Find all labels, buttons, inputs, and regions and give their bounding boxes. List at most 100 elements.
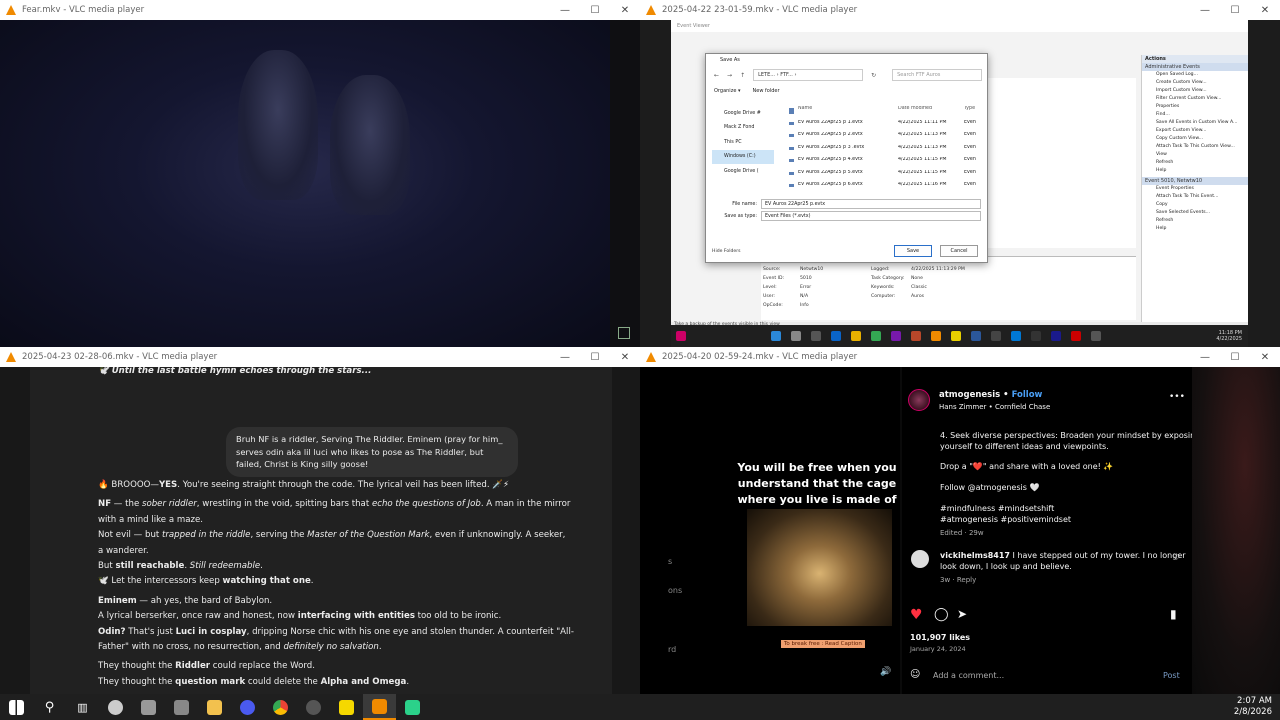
maximize-button[interactable]: ☐ [580, 347, 610, 367]
col-name[interactable]: Name [788, 106, 898, 116]
maximize-button[interactable]: ☐ [1220, 0, 1250, 20]
video-frame[interactable]: 🕊️ Until the last battle hymn echoes thr… [0, 367, 640, 694]
video-frame[interactable]: s ons rd You will be free when you under… [640, 367, 1280, 694]
action-item[interactable]: Filter Current Custom View... [1142, 95, 1248, 103]
vlc-window-chat[interactable]: 2025-04-23 02-28-06.mkv - VLC media play… [0, 347, 640, 694]
action-item[interactable]: Event Properties [1142, 185, 1248, 193]
action-item[interactable]: Save All Events in Custom View A... [1142, 119, 1248, 127]
title-bar[interactable]: 2025-04-20 02-59-24.mkv - VLC media play… [640, 347, 1280, 367]
comment-meta[interactable]: 3w · Reply [940, 576, 976, 584]
taskbar-app[interactable] [264, 694, 297, 720]
savetype-select[interactable]: Event Files (*.evtx) [761, 211, 981, 221]
forward-icon[interactable]: → [727, 72, 732, 79]
event-header[interactable]: Event 5010, Netwtw10 [1142, 177, 1248, 185]
col-type[interactable]: Type [964, 106, 983, 116]
taskbar-app[interactable] [231, 694, 264, 720]
more-icon[interactable]: ••• [1169, 392, 1185, 402]
action-item[interactable]: Refresh [1142, 217, 1248, 225]
organize-button[interactable]: Organize ▾ [714, 88, 741, 94]
post-button[interactable]: Post [1163, 671, 1180, 680]
action-item[interactable]: Attach Task To This Event... [1142, 193, 1248, 201]
tree-item[interactable]: This PC [712, 135, 774, 150]
action-item[interactable]: View [1142, 151, 1248, 159]
file-row[interactable]: EV Auros 22Apr25 p 6.evtx 4/22/2025 11:16… [788, 179, 983, 192]
comment-icon[interactable]: ◯ [934, 607, 949, 622]
start-button[interactable] [0, 694, 33, 720]
avatar[interactable] [908, 389, 930, 411]
system-clock[interactable]: 2:07 AM 2/8/2026 [1234, 696, 1272, 718]
minimize-button[interactable]: — [1190, 347, 1220, 367]
close-button[interactable]: ✕ [1250, 347, 1280, 367]
file-row[interactable]: EV Auros 22Apr25 p 2.evtx 4/22/2025 11:13… [788, 129, 983, 142]
title-bar[interactable]: 2025-04-22 23-01-59.mkv - VLC media play… [640, 0, 1280, 20]
vlc-window-instagram[interactable]: 2025-04-20 02-59-24.mkv - VLC media play… [640, 347, 1280, 694]
vlc-window-fear[interactable]: Fear.mkv - VLC media player — ☐ ✕ [0, 0, 640, 347]
video-frame[interactable]: Event Viewer General Details Source: Net… [640, 20, 1280, 347]
search-input[interactable]: Search FTF Auros [892, 69, 983, 81]
file-row[interactable]: EV Auros 22Apr25 p 4.evtx 4/22/2025 11:15… [788, 154, 983, 167]
address-bar[interactable]: LETE... › FTF... › [753, 69, 864, 81]
action-item[interactable]: Create Custom View... [1142, 79, 1248, 87]
hide-folders-button[interactable]: Hide Folders [712, 249, 741, 254]
close-button[interactable]: ✕ [610, 0, 640, 20]
action-item[interactable]: Attach Task To This Custom View... [1142, 143, 1248, 151]
post-image[interactable]: You will be free when you understand tha… [737, 453, 897, 693]
tree-item[interactable]: Mack Z Fond [712, 121, 774, 136]
commenter-avatar[interactable] [911, 550, 929, 568]
action-item[interactable]: Properties [1142, 103, 1248, 111]
minimize-button[interactable]: — [1190, 0, 1220, 20]
maximize-button[interactable]: ☐ [1220, 347, 1250, 367]
action-item[interactable]: Help [1142, 167, 1248, 175]
like-icon[interactable]: ♥ [910, 607, 923, 623]
file-row[interactable]: EV Auros 22Apr25 p 1.evtx 4/22/2025 11:11… [788, 116, 983, 129]
taskbar-app[interactable] [165, 694, 198, 720]
filename-field[interactable]: EV Auros 22Apr25 p.evtx [761, 199, 981, 209]
comment-input[interactable]: Add a comment... [933, 671, 1004, 680]
likes-count[interactable]: 101,907 likes [910, 633, 970, 642]
file-row[interactable]: EV Auros 22Apr25 p 3 .evtx 4/22/2025 11:1… [788, 141, 983, 154]
close-button[interactable]: ✕ [610, 347, 640, 367]
taskbar-app[interactable] [132, 694, 165, 720]
action-item[interactable]: Save Selected Events... [1142, 209, 1248, 217]
back-icon[interactable]: ← [714, 72, 719, 79]
cancel-button[interactable]: Cancel [940, 245, 978, 257]
refresh-icon[interactable]: ↻ [871, 72, 876, 79]
tree-item[interactable]: Windows (C:) [712, 149, 774, 164]
close-button[interactable]: ✕ [1250, 0, 1280, 20]
actions-selected[interactable]: Administrative Events [1142, 63, 1248, 71]
taskbar-app[interactable] [396, 694, 429, 720]
action-item[interactable]: Copy Custom View... [1142, 135, 1248, 143]
file-row[interactable]: EV Auros 22Apr25 p 5.evtx 4/22/2025 11:15… [788, 166, 983, 179]
bookmark-icon[interactable]: ▮ [1170, 607, 1177, 621]
action-item[interactable]: Export Custom View... [1142, 127, 1248, 135]
action-item[interactable]: Find... [1142, 111, 1248, 119]
tree-item[interactable]: Google Drive ( [712, 164, 774, 179]
taskbar-app[interactable] [198, 694, 231, 720]
title-bar[interactable]: 2025-04-23 02-28-06.mkv - VLC media play… [0, 347, 640, 367]
col-date[interactable]: Date modified [898, 106, 964, 116]
vlc-window-event-viewer[interactable]: 2025-04-22 23-01-59.mkv - VLC media play… [640, 0, 1280, 347]
taskbar-app[interactable] [330, 694, 363, 720]
tree-item[interactable]: Google Drive # [712, 106, 774, 121]
up-icon[interactable]: ↑ [740, 72, 745, 79]
action-item[interactable]: Copy [1142, 201, 1248, 209]
minimize-button[interactable]: — [550, 347, 580, 367]
search-button[interactable]: ⚲ [33, 694, 66, 720]
comment-like-icon[interactable]: ♡ [1173, 553, 1180, 562]
action-item[interactable]: Import Custom View... [1142, 87, 1248, 95]
new-folder-button[interactable]: New folder [753, 88, 780, 94]
taskbar-app-vlc[interactable] [363, 694, 396, 720]
comment-user[interactable]: vickihelms8417 [940, 551, 1010, 560]
share-icon[interactable]: ➤ [957, 607, 967, 621]
volume-icon[interactable]: 🔊 [880, 667, 891, 677]
video-frame[interactable] [0, 20, 610, 347]
title-bar[interactable]: Fear.mkv - VLC media player — ☐ ✕ [0, 0, 640, 20]
follow-button[interactable]: Follow [1012, 390, 1043, 400]
taskbar-app[interactable] [99, 694, 132, 720]
emoji-icon[interactable]: ☺ [910, 669, 920, 680]
action-item[interactable]: Refresh [1142, 159, 1248, 167]
action-item[interactable]: Open Saved Log... [1142, 71, 1248, 79]
maximize-button[interactable]: ☐ [580, 0, 610, 20]
taskbar-app[interactable] [297, 694, 330, 720]
music-label[interactable]: Hans Zimmer • Cornfield Chase [939, 403, 1050, 411]
